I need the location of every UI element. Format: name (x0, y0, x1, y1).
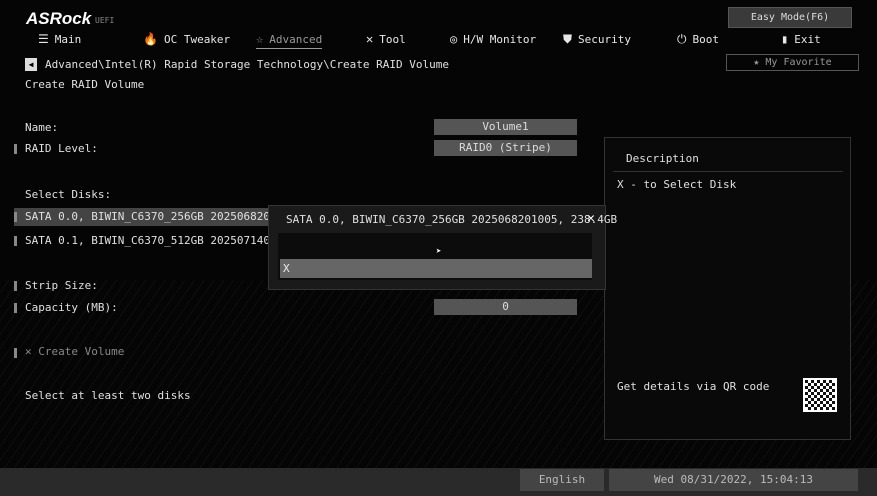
capacity-label: Capacity (MB): (25, 301, 118, 314)
tab-label: Security (578, 33, 631, 46)
page-title: Create RAID Volume (25, 78, 145, 91)
disk-item-2[interactable]: SATA 0.1, BIWIN_C6370_512GB 202507140100… (25, 234, 268, 247)
exit-icon: ▮ (781, 32, 789, 46)
power-icon: ⏻ (677, 32, 687, 46)
item-marker (14, 303, 17, 313)
list-icon: ☰ (38, 32, 49, 46)
item-marker (14, 212, 17, 222)
tab-tool[interactable]: ✕ Tool (366, 32, 406, 46)
hint-text: Select at least two disks (25, 389, 191, 402)
flame-icon: 🔥 (143, 32, 158, 46)
breadcrumb-text: Advanced\Intel(R) Rapid Storage Technolo… (45, 58, 449, 71)
item-marker (14, 281, 17, 291)
item-marker (14, 144, 17, 154)
popup-option-x[interactable]: X (280, 259, 592, 278)
close-icon[interactable]: ✕ (587, 211, 595, 226)
tab-security[interactable]: ⛊ Security (563, 32, 631, 47)
disk-item-1[interactable]: SATA 0.0, BIWIN_C6370_256GB 202506820100… (25, 210, 268, 223)
my-favorite-button[interactable]: ★ My Favorite (726, 54, 859, 71)
tab-hw-monitor[interactable]: ◎ H/W Monitor (450, 32, 536, 46)
create-volume-label: Create Volume (38, 345, 125, 358)
back-icon[interactable]: ◀ (25, 58, 37, 71)
star-icon: ☆ (256, 32, 264, 46)
language-button[interactable]: English (520, 469, 604, 491)
tab-label: Advanced (269, 32, 323, 46)
tab-label: Exit (794, 32, 821, 46)
capacity-field[interactable]: 0 (434, 299, 577, 315)
raid-level-label: RAID Level: (25, 142, 98, 155)
qr-code (803, 378, 837, 412)
popup-title: SATA 0.0, BIWIN_C6370_256GB 202506820100… (286, 213, 618, 226)
mouse-cursor-icon: ➤ (436, 247, 442, 257)
select-disks-label: Select Disks: (25, 188, 112, 201)
tab-advanced[interactable]: ☆ Advanced (256, 32, 323, 49)
easy-mode-button[interactable]: Easy Mode(F6) (728, 7, 852, 28)
tools-icon: ✕ (25, 345, 32, 358)
raid-level-select[interactable]: RAID0 (Stripe) (434, 140, 577, 156)
item-marker (14, 348, 17, 358)
datetime: Wed 08/31/2022, 15:04:13 (609, 469, 858, 491)
description-text: X - to Select Disk (617, 178, 737, 191)
tab-label: H/W Monitor (463, 32, 537, 46)
tab-exit[interactable]: ▮ Exit (781, 32, 821, 46)
tab-label: Tool (379, 32, 406, 46)
description-title: Description (626, 152, 699, 165)
qr-text: Get details via QR code (617, 380, 770, 393)
strip-size-label: Strip Size: (25, 279, 98, 292)
monitor-icon: ◎ (450, 32, 458, 46)
tab-boot[interactable]: ⏻ Boot (677, 32, 719, 47)
item-marker (14, 236, 17, 246)
uefi-label: UEFI (95, 16, 115, 25)
breadcrumb: ◀ Advanced\Intel(R) Rapid Storage Technol… (25, 58, 449, 71)
tab-oc-tweaker[interactable]: 🔥 OC Tweaker (143, 32, 230, 46)
asrock-logo: ASRock (26, 9, 92, 28)
my-favorite-label: My Favorite (765, 57, 832, 68)
tab-label: Boot (692, 33, 720, 46)
name-field[interactable]: Volume1 (434, 119, 577, 135)
name-label: Name: (25, 121, 59, 134)
create-volume-button[interactable]: ✕ Create Volume (25, 345, 124, 358)
shield-icon: ⛊ (563, 32, 573, 46)
tools-icon: ✕ (366, 32, 374, 46)
tab-label: OC Tweaker (163, 32, 231, 46)
tab-main[interactable]: ☰ Main (38, 32, 81, 46)
tab-label: Main (54, 32, 82, 46)
